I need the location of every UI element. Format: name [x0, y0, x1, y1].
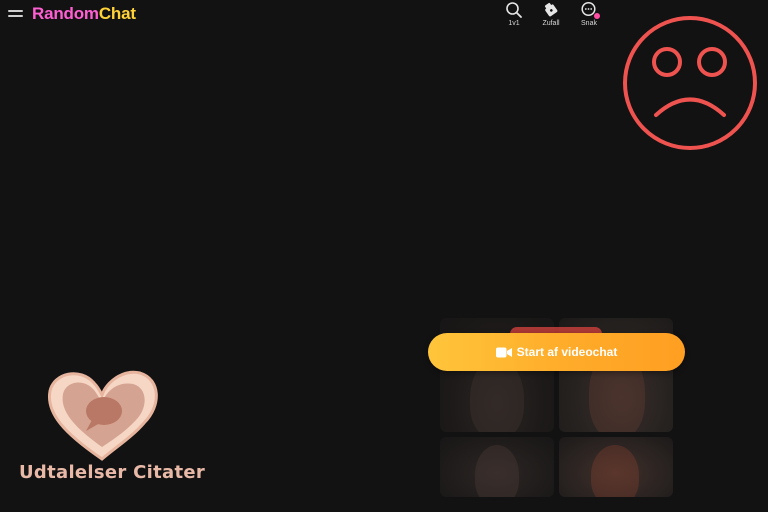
start-videochat-button[interactable]: Start af videochat — [428, 333, 685, 371]
menu-line — [8, 15, 23, 17]
nav-zufall[interactable]: Zufall — [531, 0, 571, 27]
person-photo — [475, 445, 519, 497]
start-videochat-label: Start af videochat — [516, 345, 618, 359]
nav-snak[interactable]: Snak — [569, 0, 609, 27]
profile-thumbnail[interactable] — [440, 437, 554, 497]
video-camera-icon — [495, 347, 512, 357]
heart-speech-bubble-logo — [47, 370, 158, 461]
menu-line — [8, 10, 23, 12]
nav-1v1-label: 1v1 — [508, 20, 520, 27]
chat-icon-wrap — [580, 1, 600, 19]
watermark-text: Udtalelser Citater — [19, 462, 206, 483]
tag-icon — [544, 2, 558, 17]
hamburger-menu-icon[interactable] — [8, 9, 23, 19]
profile-thumbnail[interactable] — [559, 437, 673, 497]
nav-zufall-label: Zufall — [542, 20, 560, 27]
app-logo[interactable]: RandomChat — [32, 4, 136, 24]
person-photo — [591, 445, 639, 497]
search-icon — [506, 2, 522, 18]
app-page: RandomChat 1v1 Zufall Snak Start af vide… — [0, 0, 768, 512]
nav-1v1[interactable]: 1v1 — [494, 0, 534, 27]
sad-face-icon — [623, 16, 757, 150]
nav-snak-label: Snak — [581, 20, 597, 27]
notification-badge — [594, 13, 600, 19]
logo-part-random: Random — [32, 4, 99, 23]
logo-part-chat: Chat — [98, 4, 136, 23]
